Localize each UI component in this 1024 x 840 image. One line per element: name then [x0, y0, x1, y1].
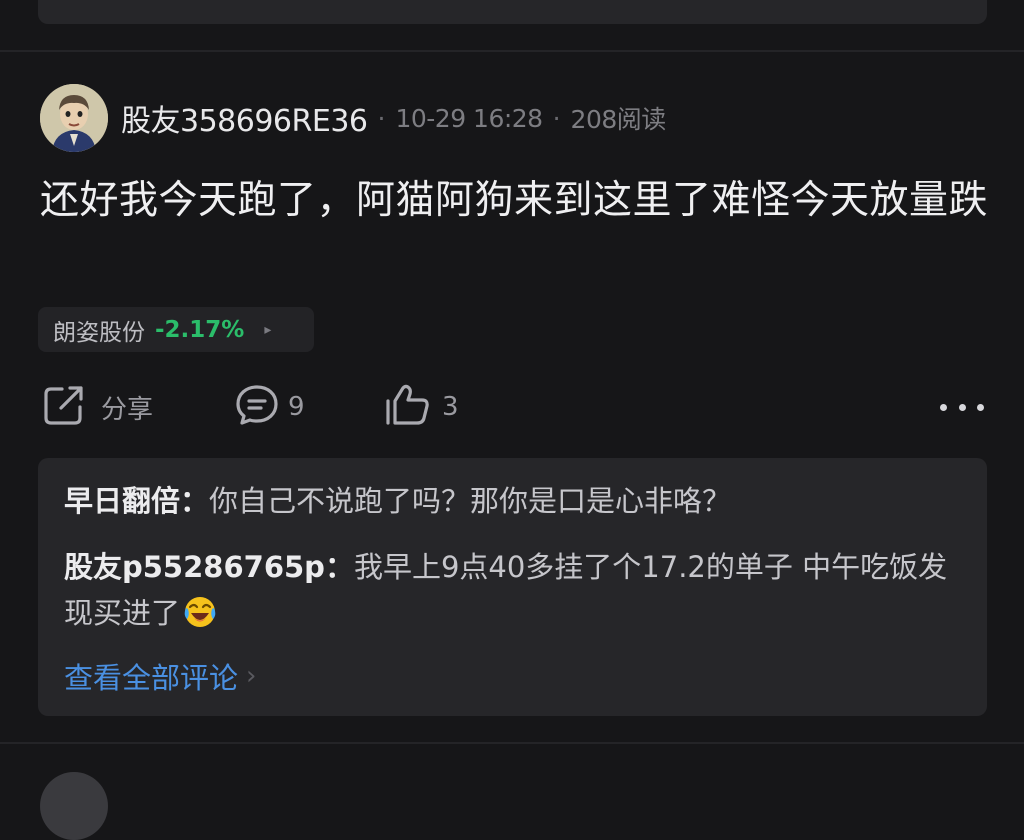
- separator-dot: ·: [377, 103, 386, 133]
- share-label: 分享: [101, 394, 154, 425]
- separator-dot: ·: [552, 103, 561, 133]
- laughing-crying-emoji-icon: [182, 593, 218, 629]
- divider-bottom: [0, 742, 1024, 744]
- thumbs-up-icon: [384, 383, 432, 431]
- post-header: 股友358696RE36 · 10-29 16:28 · 208阅读: [121, 96, 667, 140]
- view-all-comments-label: 查看全部评论: [64, 661, 239, 695]
- avatar[interactable]: [40, 84, 108, 152]
- stock-change: -2.17%: [155, 316, 245, 343]
- username[interactable]: 股友358696RE36: [121, 96, 368, 140]
- read-count: 208阅读: [570, 105, 667, 134]
- comment-preview-card[interactable]: 早日翻倍：你自己不说跑了吗？那你是口是心非咯？ 股友p55286765p：我早上…: [38, 458, 987, 716]
- like-count: 3: [442, 392, 459, 422]
- comment-bubble-icon: [234, 383, 280, 431]
- view-all-comments-link[interactable]: 查看全部评论 ›: [64, 654, 256, 698]
- stock-tag[interactable]: 朗姿股份 -2.17% ▸: [38, 307, 314, 352]
- comment-count: 9: [288, 392, 305, 422]
- stock-arrow-icon: ▸: [264, 321, 272, 338]
- share-icon: [42, 383, 88, 431]
- next-post-avatar[interactable]: [40, 772, 108, 840]
- like-button[interactable]: 3: [384, 383, 459, 431]
- stock-name: 朗姿股份: [53, 319, 145, 346]
- post-date: 10-29 16:28: [395, 103, 543, 133]
- divider-top: [0, 50, 1024, 52]
- post-body[interactable]: 还好我今天跑了，阿猫阿狗来到这里了难怪今天放量跌: [40, 172, 990, 229]
- comment-item[interactable]: 早日翻倍：你自己不说跑了吗？那你是口是心非咯？: [64, 478, 969, 524]
- comment-item[interactable]: 股友p55286765p：我早上9点40多挂了个17.2的单子 中午吃饭发现买进…: [64, 544, 969, 636]
- previous-post-comment-card: [38, 0, 987, 24]
- share-button[interactable]: 分享: [42, 385, 153, 429]
- comment-button[interactable]: 9: [234, 385, 305, 429]
- comment-text: 你自己不说跑了吗？那你是口是心非咯？: [209, 484, 732, 518]
- comment-author[interactable]: 股友p55286765p：: [64, 550, 354, 584]
- more-dots-icon[interactable]: [940, 394, 984, 420]
- chevron-right-icon: ›: [246, 661, 257, 691]
- comment-author[interactable]: 早日翻倍：: [64, 484, 209, 518]
